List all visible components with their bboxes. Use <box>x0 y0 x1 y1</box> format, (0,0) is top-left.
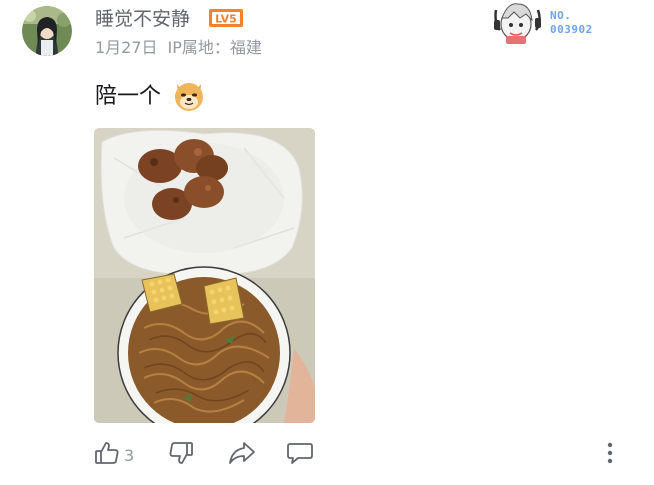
comment-date: 1月27日 <box>95 38 158 57</box>
like-button[interactable]: 3 <box>94 440 134 470</box>
dislike-button[interactable] <box>168 440 194 470</box>
thumbs-down-icon <box>168 440 194 470</box>
comment-text: 陪一个 <box>95 84 162 109</box>
ip-location: IP属地：福建 <box>167 38 262 57</box>
reply-icon <box>286 440 314 470</box>
comment-meta: 1月27日 IP属地：福建 <box>95 37 262 59</box>
fan-badge-number: NO. 003902 <box>550 9 593 37</box>
reply-button[interactable] <box>286 440 314 470</box>
thumbs-up-icon <box>94 440 120 470</box>
username[interactable]: 睡觉不安静 <box>95 6 190 32</box>
fan-badge-prefix: NO. <box>550 9 572 22</box>
share-button[interactable] <box>228 440 256 470</box>
comment-image[interactable] <box>94 128 315 423</box>
user-avatar[interactable] <box>22 6 72 56</box>
doge-emoji-icon <box>172 78 206 112</box>
share-icon <box>228 440 256 470</box>
fan-badge-digits: 003902 <box>550 23 593 36</box>
more-options-icon <box>600 440 620 470</box>
level-badge-text: LV5 <box>215 13 237 26</box>
like-count: 3 <box>124 445 135 465</box>
more-options-button[interactable] <box>600 440 620 470</box>
level-badge: LV5 <box>209 9 243 27</box>
